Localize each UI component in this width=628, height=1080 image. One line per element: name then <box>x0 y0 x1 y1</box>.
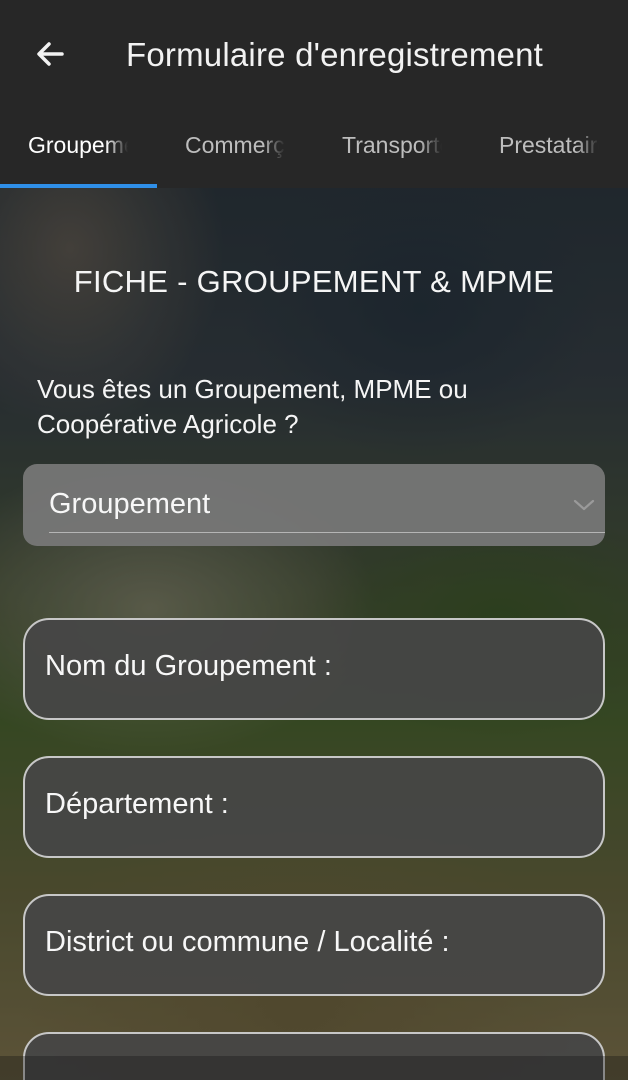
district-field[interactable]: District ou commune / Localité : <box>23 894 605 996</box>
department-field[interactable]: Département : <box>23 756 605 858</box>
tab-prestataire[interactable]: Prestataire <box>499 122 628 188</box>
tab-commercant[interactable]: Commerçant <box>185 122 342 188</box>
registration-screen: Formulaire d'enregistrement Groupement C… <box>0 0 628 1080</box>
bottom-edge <box>0 1056 628 1080</box>
arrow-left-icon <box>37 42 64 66</box>
tab-label: Transporteur <box>342 132 442 158</box>
toolbar: Formulaire d'enregistrement <box>0 0 628 112</box>
back-button[interactable] <box>26 30 74 78</box>
select-underline <box>49 532 605 533</box>
app-bar: Formulaire d'enregistrement Groupement C… <box>0 0 628 188</box>
tab-label: Commerçant <box>185 132 285 158</box>
field-placeholder: District ou commune / Localité : <box>45 926 450 958</box>
tab-transporteur[interactable]: Transporteur <box>342 122 499 188</box>
group-type-select[interactable]: Groupement <box>23 464 605 546</box>
tab-label: Groupement <box>28 132 128 158</box>
field-placeholder: Département : <box>45 788 229 820</box>
field-placeholder: Nom du Groupement : <box>45 650 332 682</box>
page-title: Formulaire d'enregistrement <box>126 36 544 73</box>
form-content: FICHE - GROUPEMENT & MPME Vous êtes un G… <box>0 188 628 1080</box>
tab-bar: Groupement Commerçant Transporteur Prest… <box>0 122 628 188</box>
chevron-down-icon <box>573 494 595 516</box>
tab-label: Prestataire <box>499 132 599 158</box>
group-type-question: Vous êtes un Groupement, MPME ou Coopéra… <box>37 374 468 439</box>
group-name-field[interactable]: Nom du Groupement : <box>23 618 605 720</box>
section-title: FICHE - GROUPEMENT & MPME <box>73 264 555 299</box>
tab-indicator <box>0 184 157 188</box>
tab-groupement[interactable]: Groupement <box>28 122 157 188</box>
select-value: Groupement <box>49 488 211 520</box>
